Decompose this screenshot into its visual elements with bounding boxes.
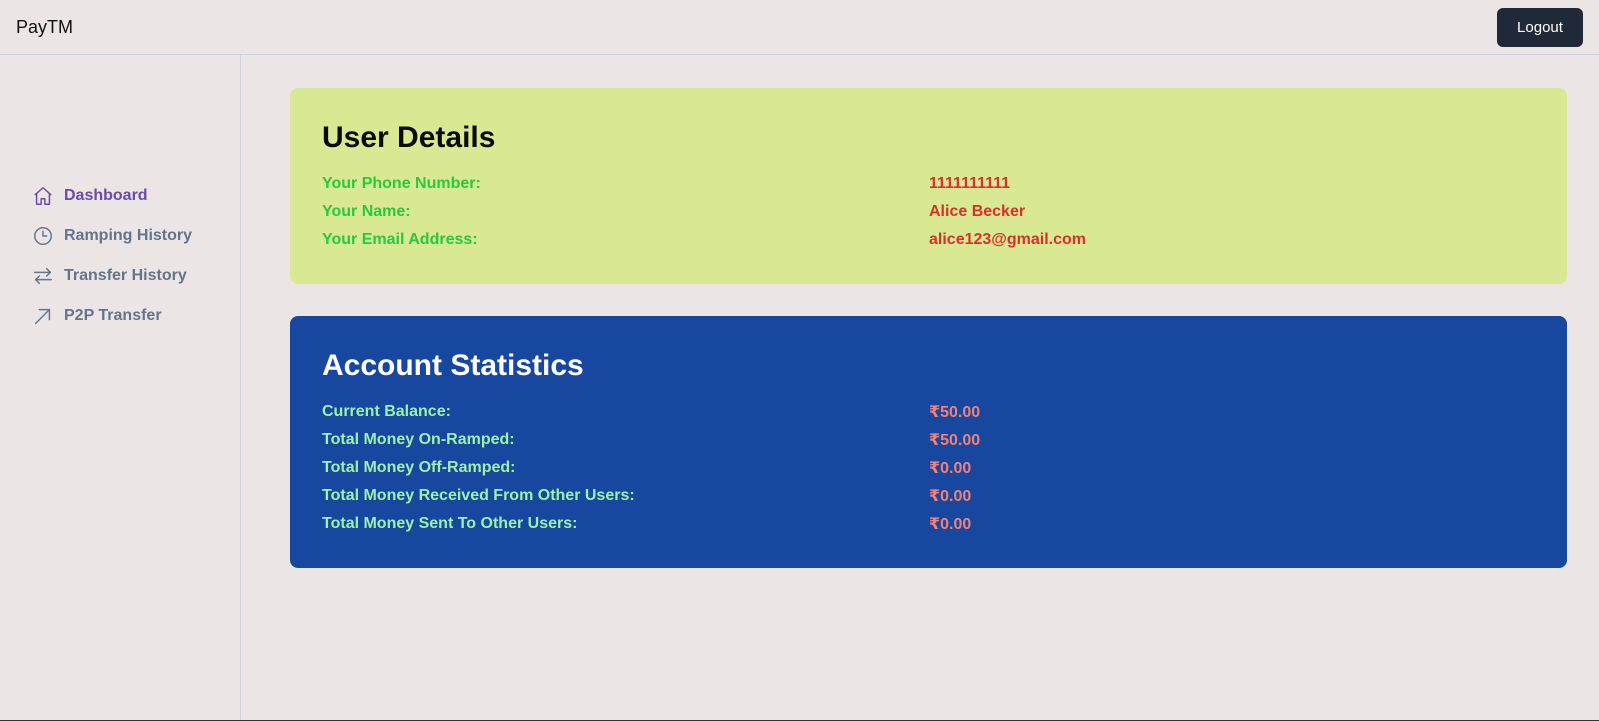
name-value: Alice Becker <box>929 203 1026 220</box>
account-statistics-card: Account Statistics Current Balance: ₹50.… <box>290 316 1567 568</box>
user-details-title: User Details <box>322 121 496 154</box>
sidebar-item-ramping-history[interactable]: Ramping History <box>32 216 192 256</box>
sidebar-item-label: Transfer History <box>64 267 187 284</box>
sidebar-item-label: Ramping History <box>64 227 193 244</box>
brand-logo-text: PayTM <box>16 16 74 37</box>
off-ramped-value: ₹0.00 <box>929 460 972 477</box>
current-balance-value: ₹50.00 <box>929 404 981 421</box>
sidebar: Dashboard Ramping History Transfer Histo… <box>0 55 241 721</box>
received-value: ₹0.00 <box>929 488 972 505</box>
sidebar-item-transfer-history[interactable]: Transfer History <box>32 256 192 296</box>
sidebar-item-label: P2P Transfer <box>64 307 162 324</box>
stat-row: Total Money Received From Other Users: ₹… <box>322 482 1535 510</box>
detail-row: Your Email Address: alice123@gmail.com <box>322 226 1535 254</box>
detail-label: Your Name: <box>322 203 411 220</box>
detail-row: Your Name: Alice Becker <box>322 198 1535 226</box>
stat-label: Total Money On-Ramped: <box>322 431 515 448</box>
phone-number-value: 1111111111 <box>929 175 1011 192</box>
detail-label: Your Email Address: <box>322 231 478 248</box>
stat-label: Total Money Off-Ramped: <box>322 459 516 476</box>
transfer-arrows-icon <box>32 265 54 287</box>
user-details-card: User Details Your Phone Number: 11111111… <box>290 88 1567 284</box>
email-value: alice123@gmail.com <box>929 231 1087 248</box>
home-icon <box>32 185 54 207</box>
on-ramped-value: ₹50.00 <box>929 432 981 449</box>
sent-value: ₹0.00 <box>929 516 972 533</box>
sidebar-nav: Dashboard Ramping History Transfer Histo… <box>32 176 192 336</box>
detail-row: Your Phone Number: 1111111111 <box>322 170 1535 198</box>
arrow-up-right-icon <box>32 305 54 327</box>
stat-row: Total Money Off-Ramped: ₹0.00 <box>322 454 1535 482</box>
stat-row: Current Balance: ₹50.00 <box>322 398 1535 426</box>
sidebar-item-label: Dashboard <box>64 187 148 204</box>
stat-label: Current Balance: <box>322 403 451 420</box>
stat-row: Total Money Sent To Other Users: ₹0.00 <box>322 510 1535 538</box>
account-statistics-title: Account Statistics <box>322 349 584 382</box>
stat-row: Total Money On-Ramped: ₹50.00 <box>322 426 1535 454</box>
detail-label: Your Phone Number: <box>322 175 481 192</box>
clock-icon <box>32 225 54 247</box>
stat-label: Total Money Sent To Other Users: <box>322 515 578 532</box>
stat-label: Total Money Received From Other Users: <box>322 487 635 504</box>
sidebar-item-p2p-transfer[interactable]: P2P Transfer <box>32 296 192 336</box>
logout-button[interactable]: Logout <box>1497 7 1583 47</box>
sidebar-item-dashboard[interactable]: Dashboard <box>32 176 192 216</box>
top-bar: PayTM Logout <box>0 0 1599 55</box>
